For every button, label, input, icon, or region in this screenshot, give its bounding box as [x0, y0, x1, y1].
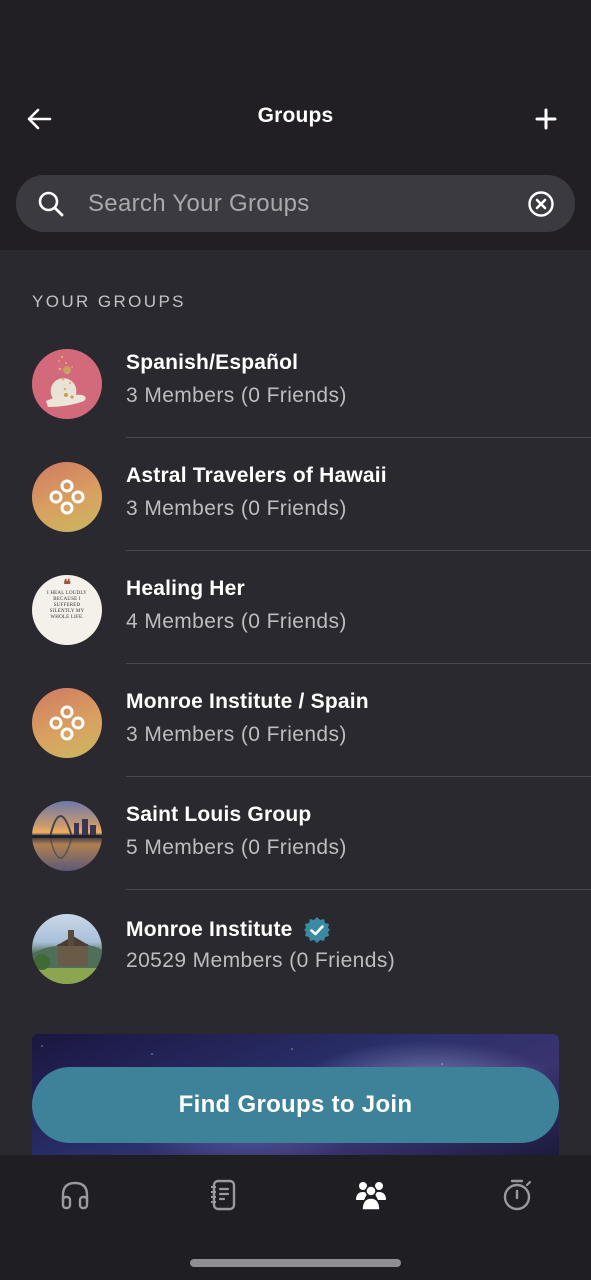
group-member-count: 5 Members (0 Friends): [126, 836, 347, 859]
group-avatar: [32, 914, 102, 984]
group-name-text: Monroe Institute: [126, 918, 293, 941]
group-rings-icon: [49, 705, 85, 741]
group-name: Astral Travelers of Hawaii: [126, 464, 387, 487]
tab-journal[interactable]: [193, 1175, 253, 1215]
group-member-count: 3 Members (0 Friends): [126, 497, 347, 520]
group-name: Saint Louis Group: [126, 803, 312, 826]
home-indicator[interactable]: [190, 1259, 401, 1267]
section-title: YOUR GROUPS: [32, 292, 186, 311]
group-row[interactable]: ❝ I HEAL LOUDLY BECAUSE I SUFFERED SILEN…: [0, 551, 591, 664]
group-member-count: 20529 Members (0 Friends): [126, 949, 396, 972]
group-name: Spanish/Español: [126, 351, 299, 374]
group-row[interactable]: Spanish/Español 3 Members (0 Friends): [0, 325, 591, 438]
add-group-button[interactable]: [530, 104, 562, 134]
group-member-count: 4 Members (0 Friends): [126, 610, 347, 633]
group-name: Healing Her: [126, 577, 245, 600]
group-avatar: ❝ I HEAL LOUDLY BECAUSE I SUFFERED SILEN…: [32, 575, 102, 645]
clear-search-icon[interactable]: [526, 189, 556, 219]
headphones-icon: [61, 1181, 89, 1210]
group-avatar: [32, 801, 102, 871]
search-input[interactable]: [88, 175, 508, 232]
institute-building-image: [32, 930, 102, 984]
plus-icon: [535, 108, 557, 130]
group-row[interactable]: Monroe Institute / Spain 3 Members (0 Fr…: [0, 664, 591, 777]
group-member-count: 3 Members (0 Friends): [126, 384, 347, 407]
search-icon: [38, 191, 64, 217]
tab-groups[interactable]: [341, 1175, 401, 1215]
group-row[interactable]: Astral Travelers of Hawaii 3 Members (0 …: [0, 438, 591, 551]
group-avatar: [32, 462, 102, 532]
group-list: Spanish/Español 3 Members (0 Friends) As…: [0, 325, 591, 1003]
group-name: Monroe Institute / Spain: [126, 690, 369, 713]
group-row[interactable]: Monroe Institute 20529 Members (0 Friend…: [0, 890, 591, 1003]
gold-flakes-image: [46, 355, 86, 407]
page-title: Groups: [257, 104, 334, 127]
search-bar: [16, 175, 575, 232]
group-member-count: 3 Members (0 Friends): [126, 723, 347, 746]
journal-icon: [211, 1179, 236, 1211]
stopwatch-icon: [503, 1179, 532, 1211]
group-name: Monroe Institute: [126, 916, 331, 944]
group-row[interactable]: Saint Louis Group 5 Members (0 Friends): [0, 777, 591, 890]
tab-timer[interactable]: [487, 1175, 547, 1215]
tab-listen[interactable]: [45, 1175, 105, 1215]
st-louis-arch-image: [32, 815, 102, 859]
header-area: Groups: [0, 0, 591, 250]
people-group-icon: [356, 1182, 386, 1211]
quote-text: I HEAL LOUDLY BECAUSE I SUFFERED SILENTL…: [47, 591, 87, 620]
group-avatar: [32, 349, 102, 419]
find-groups-button[interactable]: Find Groups to Join: [32, 1067, 559, 1143]
group-rings-icon: [49, 479, 85, 515]
verified-badge-icon: [303, 917, 330, 943]
group-avatar: [32, 688, 102, 758]
